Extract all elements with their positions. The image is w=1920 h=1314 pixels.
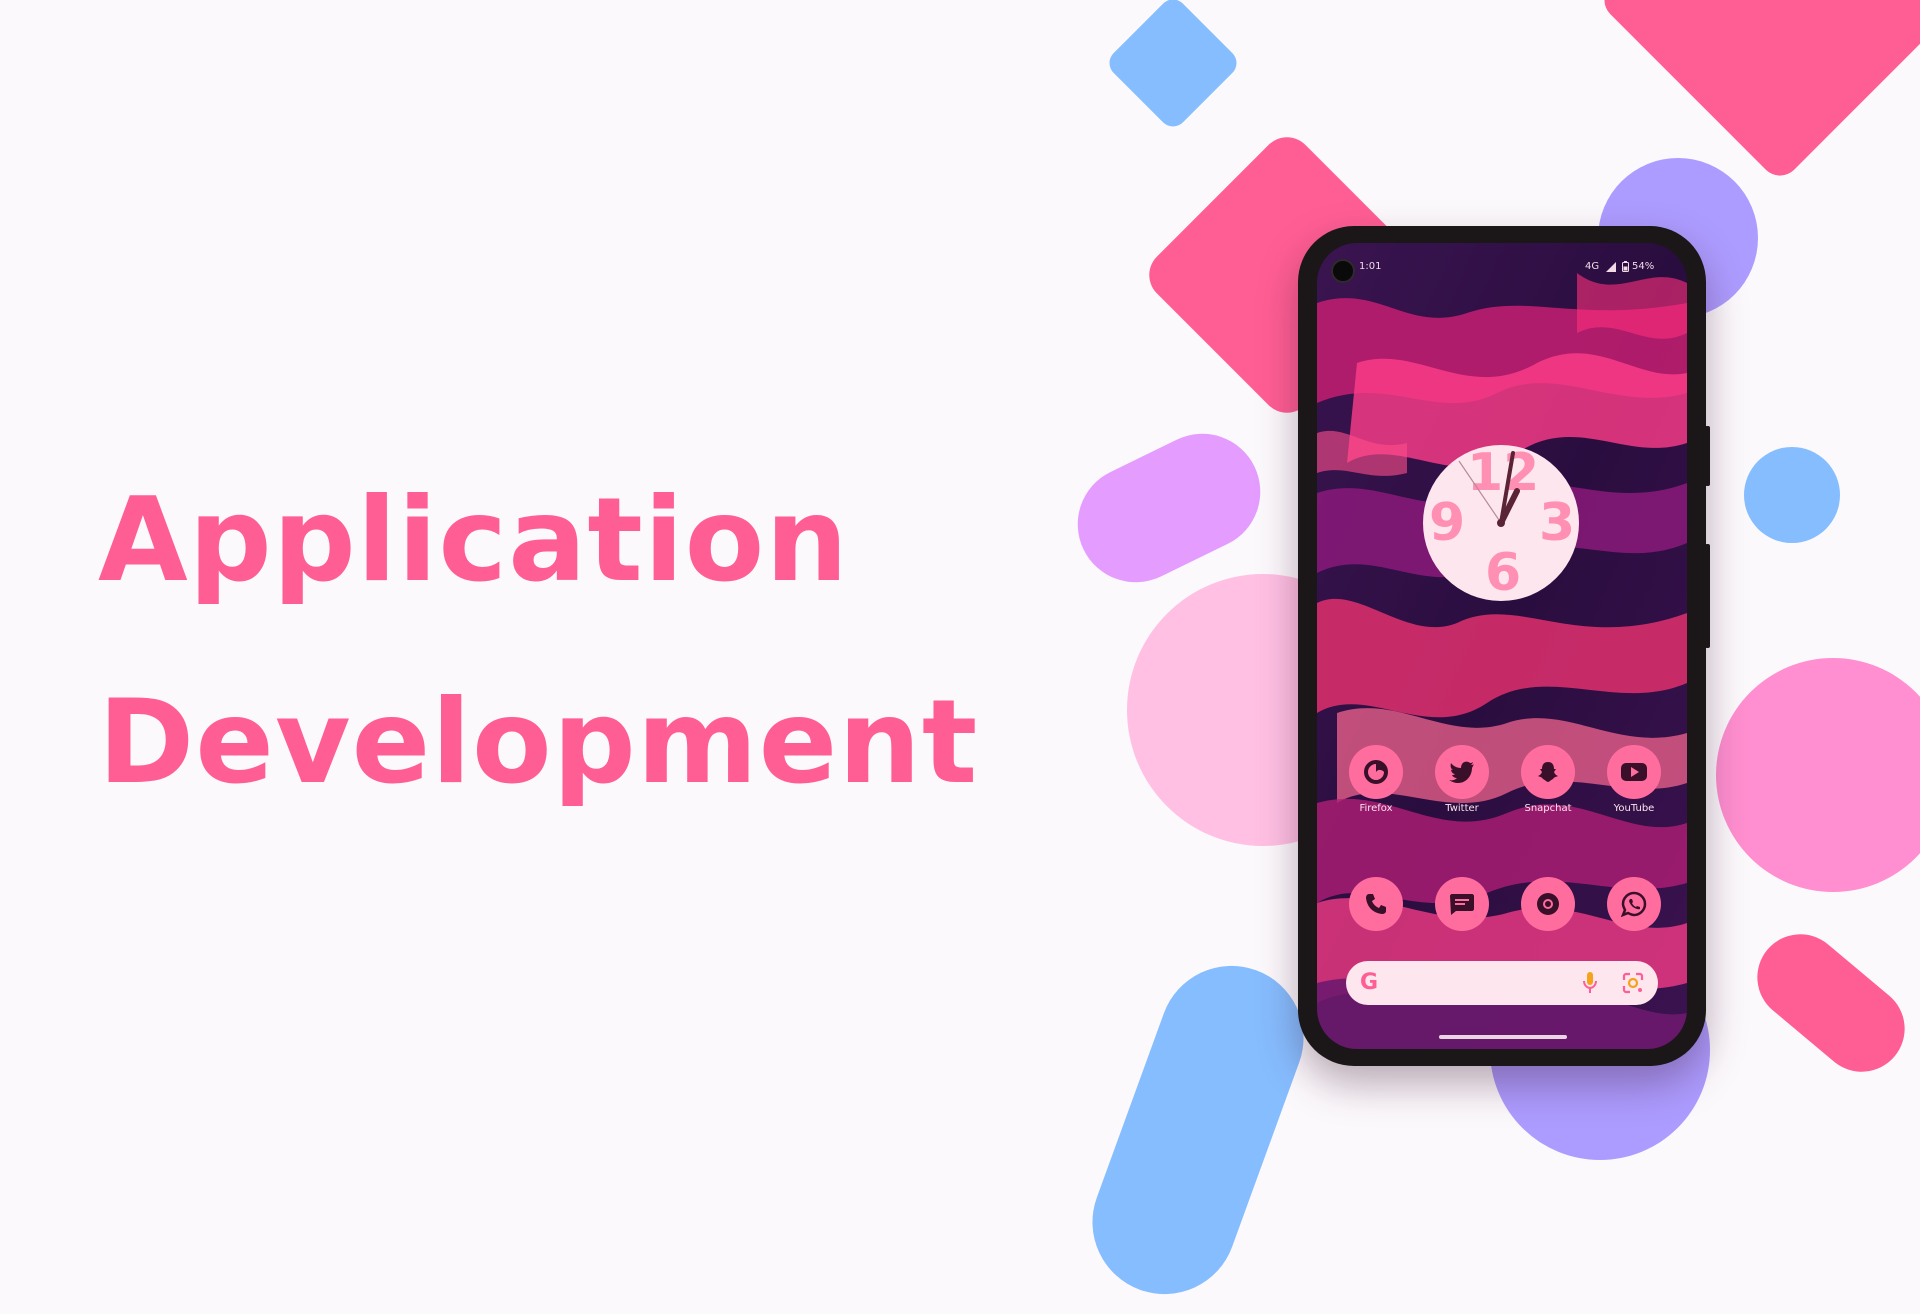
deco-pink-diamond-large bbox=[1596, 0, 1920, 184]
clock-widget[interactable]: 12 3 6 9 bbox=[1423, 445, 1579, 601]
twitter-icon bbox=[1435, 745, 1489, 799]
phone-icon bbox=[1349, 877, 1403, 931]
status-network: 4G bbox=[1585, 261, 1600, 272]
app-label-firefox: Firefox bbox=[1359, 803, 1393, 814]
app-phone[interactable] bbox=[1347, 877, 1405, 931]
lens-icon[interactable] bbox=[1622, 972, 1644, 994]
snapchat-icon bbox=[1521, 745, 1575, 799]
deco-blue-diamond bbox=[1103, 0, 1243, 133]
firefox-icon bbox=[1349, 745, 1403, 799]
app-youtube[interactable]: YouTube bbox=[1605, 745, 1663, 814]
clock-hands-icon bbox=[1458, 451, 1520, 527]
app-label-twitter: Twitter bbox=[1445, 803, 1479, 814]
headline: Application Development bbox=[98, 440, 978, 844]
chrome-icon bbox=[1521, 877, 1575, 931]
deco-blue-pill bbox=[1072, 945, 1324, 1314]
google-logo-icon: G bbox=[1360, 970, 1379, 995]
app-label-snapchat: Snapchat bbox=[1524, 803, 1572, 814]
deco-lilac-pill bbox=[1058, 414, 1280, 602]
deco-pink-circle bbox=[1716, 658, 1920, 892]
search-bar[interactable]: G bbox=[1346, 961, 1658, 1005]
phone-power-button bbox=[1705, 426, 1710, 486]
mic-icon[interactable] bbox=[1582, 971, 1598, 995]
app-twitter[interactable]: Twitter bbox=[1433, 745, 1491, 814]
app-whatsapp[interactable] bbox=[1605, 877, 1663, 931]
deco-blue-circle-small bbox=[1744, 447, 1840, 543]
status-battery: 54% bbox=[1632, 261, 1655, 272]
phone-screen: 1:01 4G 54% 12 3 6 9 Firefox Twitter Sna… bbox=[1317, 243, 1687, 1049]
headline-line-1: Application bbox=[98, 473, 849, 608]
app-messages[interactable] bbox=[1433, 877, 1491, 931]
signal-icon bbox=[1606, 262, 1616, 272]
status-time: 1:01 bbox=[1359, 261, 1382, 272]
app-chrome[interactable] bbox=[1519, 877, 1577, 931]
app-label-youtube: YouTube bbox=[1613, 803, 1655, 814]
youtube-icon bbox=[1607, 745, 1661, 799]
deco-pink-pill bbox=[1739, 916, 1920, 1090]
whatsapp-icon bbox=[1607, 877, 1661, 931]
messages-icon bbox=[1435, 877, 1489, 931]
app-snapchat[interactable]: Snapchat bbox=[1519, 745, 1577, 814]
app-firefox[interactable]: Firefox bbox=[1347, 745, 1405, 814]
phone-volume-button bbox=[1705, 544, 1710, 648]
battery-icon bbox=[1622, 261, 1629, 272]
front-camera bbox=[1331, 259, 1355, 283]
headline-line-2: Development bbox=[98, 675, 979, 810]
gesture-nav-bar[interactable] bbox=[1439, 1035, 1567, 1039]
